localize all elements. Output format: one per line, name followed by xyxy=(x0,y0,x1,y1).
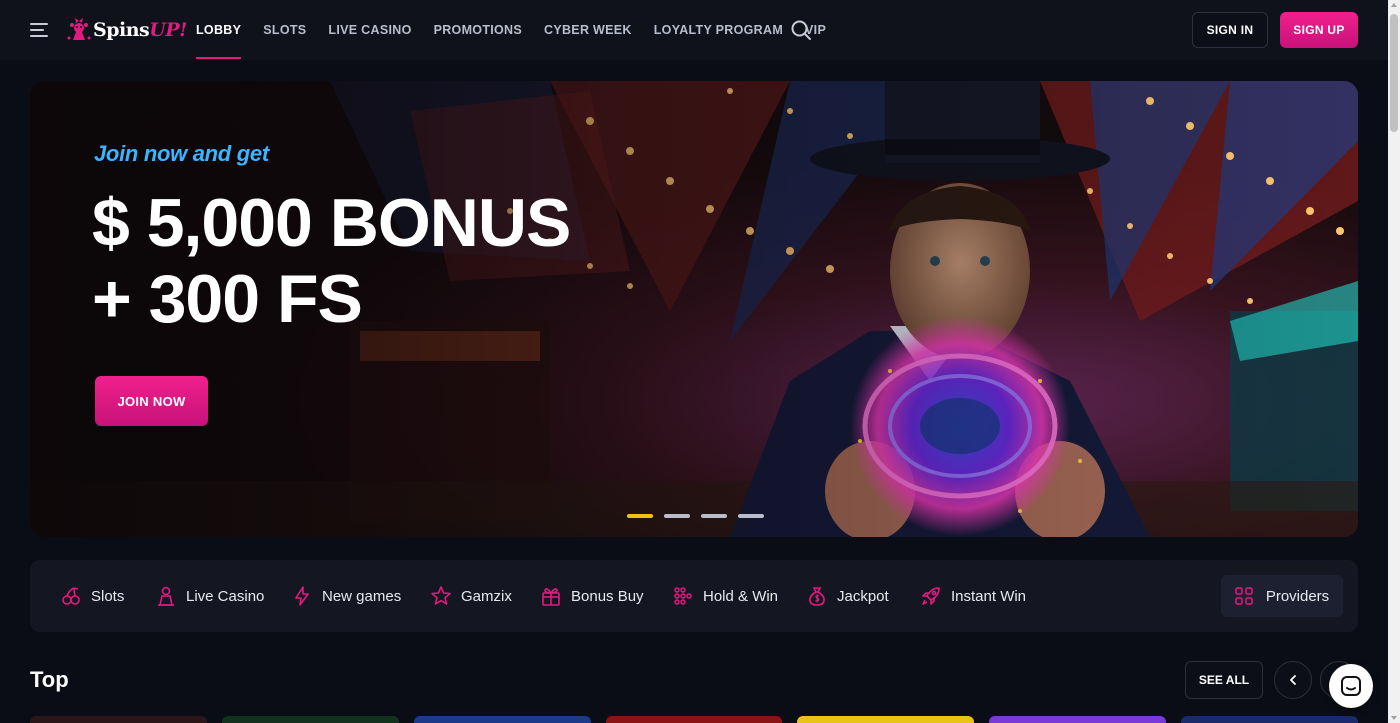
carousel-dot-4[interactable] xyxy=(738,514,764,518)
category-label: Live Casino xyxy=(186,587,265,605)
category-gamzix[interactable]: Gamzix xyxy=(430,560,512,632)
nav-lobby[interactable]: LOBBY xyxy=(196,0,242,60)
hero-banner[interactable]: Join now and get $ 5,000 BONUS + 300 FS … xyxy=(30,81,1358,537)
sign-in-button[interactable]: SIGN IN xyxy=(1192,12,1268,48)
category-label: Instant Win xyxy=(951,587,1027,605)
game-tile[interactable] xyxy=(1181,716,1359,723)
providers-button[interactable]: Providers xyxy=(1221,575,1343,617)
game-tile[interactable] xyxy=(605,716,783,723)
category-live-casino[interactable]: Live Casino xyxy=(155,560,264,632)
category-label: New games xyxy=(322,587,402,605)
category-label: Hold & Win xyxy=(703,587,779,605)
category-bar: Slots Live Casino New games Gamzix Bonus… xyxy=(30,560,1358,632)
scroll-down-icon[interactable] xyxy=(1391,716,1397,720)
nav-loyalty-program[interactable]: LOYALTY PROGRAM xyxy=(654,0,783,60)
nav-promotions[interactable]: PROMOTIONS xyxy=(434,0,522,60)
game-tile[interactable] xyxy=(221,716,399,723)
hamburger-menu-icon[interactable] xyxy=(30,20,50,40)
carousel-dot-2[interactable] xyxy=(664,514,690,518)
hero-title-line2: + 300 FS xyxy=(92,261,363,337)
category-label: Jackpot xyxy=(837,587,889,605)
category-jackpot[interactable]: Jackpot xyxy=(806,560,889,632)
star-icon xyxy=(431,586,451,605)
carousel-dot-1[interactable] xyxy=(627,514,653,518)
grid-dots-icon xyxy=(674,587,692,605)
category-label: Bonus Buy xyxy=(571,587,644,605)
providers-label: Providers xyxy=(1265,587,1330,605)
game-tile[interactable] xyxy=(413,716,591,723)
section-title-top: Top xyxy=(30,667,69,692)
category-instant-win[interactable]: Instant Win xyxy=(920,560,1026,632)
hero-title-line1: $ 5,000 BONUS xyxy=(92,185,571,261)
category-hold-and-win[interactable]: Hold & Win xyxy=(672,560,778,632)
dealer-icon xyxy=(158,586,174,606)
money-bag-icon xyxy=(809,587,825,606)
carousel-pagination xyxy=(627,514,764,518)
category-label: Slots xyxy=(91,587,125,605)
category-new-games[interactable]: New games xyxy=(291,560,401,632)
nav-cyber-week[interactable]: CYBER WEEK xyxy=(544,0,632,60)
game-tile[interactable] xyxy=(797,716,975,723)
game-tile[interactable] xyxy=(989,716,1167,723)
logo-text: SpinsUP! xyxy=(93,19,187,41)
providers-grid-icon xyxy=(1235,587,1253,605)
category-slots[interactable]: Slots xyxy=(60,560,124,632)
game-tiles-row xyxy=(30,716,1359,723)
game-tile[interactable] xyxy=(30,716,207,723)
nav-live-casino[interactable]: LIVE CASINO xyxy=(328,0,411,60)
rocket-icon xyxy=(922,587,940,605)
gift-icon xyxy=(542,588,560,606)
category-label: Gamzix xyxy=(461,587,512,605)
hero-subtitle: Join now and get xyxy=(94,141,269,166)
carousel-prev-button[interactable] xyxy=(1274,661,1312,699)
main-nav: LOBBY SLOTS LIVE CASINO PROMOTIONS CYBER… xyxy=(196,0,848,60)
sign-up-button[interactable]: SIGN UP xyxy=(1280,12,1358,48)
chat-support-button[interactable] xyxy=(1329,664,1373,708)
top-navigation-bar: SpinsUP! LOBBY SLOTS LIVE CASINO PROMOTI… xyxy=(0,0,1388,60)
carousel-dot-3[interactable] xyxy=(701,514,727,518)
scrollbar-thumb[interactable] xyxy=(1390,14,1398,132)
see-all-button[interactable]: SEE ALL xyxy=(1185,661,1263,699)
search-icon[interactable] xyxy=(790,19,812,41)
logo[interactable]: SpinsUP! xyxy=(66,14,187,46)
nav-slots[interactable]: SLOTS xyxy=(263,0,306,60)
page-scrollbar[interactable] xyxy=(1388,0,1400,723)
join-now-button[interactable]: JOIN NOW xyxy=(95,376,208,426)
cherry-icon xyxy=(62,587,80,605)
jester-logo-icon xyxy=(67,18,91,40)
scroll-up-icon[interactable] xyxy=(1391,3,1397,7)
chevron-left-icon xyxy=(1290,675,1296,685)
category-bonus-buy[interactable]: Bonus Buy xyxy=(540,560,644,632)
lightning-icon xyxy=(295,586,309,606)
chat-icon xyxy=(1341,676,1361,696)
